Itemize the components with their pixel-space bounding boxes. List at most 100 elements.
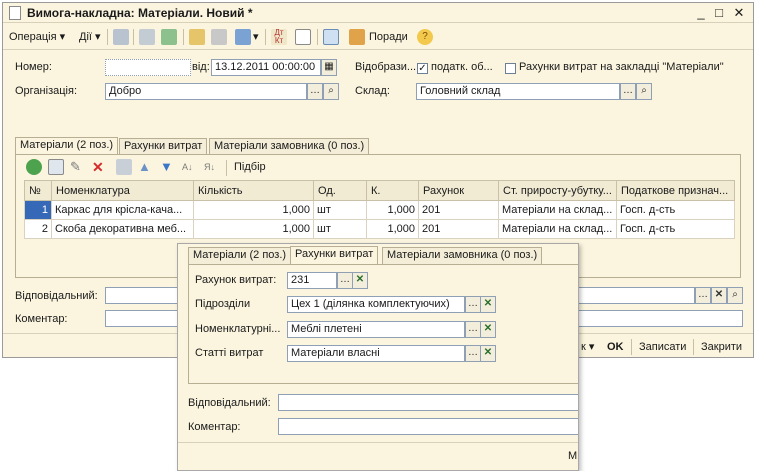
expense-accounts-panel: Рахунок витрат: 231 … ✕ Підрозділи Цех 1… xyxy=(188,264,578,384)
tax-accounting-label: податк. об... xyxy=(431,61,493,73)
copy-row-icon[interactable] xyxy=(48,159,64,175)
warehouse-search-icon[interactable]: ⌕ xyxy=(636,83,652,100)
edit-row-icon[interactable]: ✎ xyxy=(70,159,86,175)
move-down-icon[interactable]: ▼ xyxy=(160,159,176,175)
row-tax-purpose[interactable]: Госп. д-сть xyxy=(616,200,735,220)
minimize-button[interactable]: _ xyxy=(693,5,709,21)
delete-row-icon[interactable]: ✕ xyxy=(92,159,108,175)
subdivision-field[interactable]: Цех 1 (ділянка комплектуючих) xyxy=(287,296,465,313)
structure-icon[interactable] xyxy=(323,29,339,45)
expense-account-clear-icon[interactable]: ✕ xyxy=(352,272,368,289)
debit-credit-icon[interactable]: Дт Кт xyxy=(271,29,287,45)
overlay-comment-field[interactable] xyxy=(278,418,578,435)
operation-menu[interactable]: Операція ▾ xyxy=(9,28,65,46)
cost-items-field[interactable]: Матеріали власні xyxy=(287,345,465,362)
column-header[interactable]: Ст. приросту-убутку... xyxy=(498,180,617,201)
row-coefficient[interactable]: 1,000 xyxy=(366,200,419,220)
report-icon[interactable] xyxy=(295,29,311,45)
cost-items-clear-icon[interactable]: ✕ xyxy=(480,345,496,362)
edit-icon[interactable] xyxy=(139,29,155,45)
row-number[interactable]: 1 xyxy=(24,200,52,220)
column-header[interactable]: Кількість xyxy=(193,180,314,201)
save-button[interactable]: Записати xyxy=(639,337,686,357)
hints-icon xyxy=(349,29,365,45)
expense-account-select-button[interactable]: … xyxy=(337,272,353,289)
column-header[interactable]: № xyxy=(24,180,52,201)
row-tax-purpose[interactable]: Госп. д-сть xyxy=(616,219,735,239)
toolbar-separator xyxy=(107,29,108,45)
warehouse-select-button[interactable]: … xyxy=(620,83,636,100)
nomenclature-group-clear-icon[interactable]: ✕ xyxy=(480,321,496,338)
row-unit[interactable]: шт xyxy=(313,200,367,220)
nomenclature-group-select-button[interactable]: … xyxy=(465,321,481,338)
end-edit-icon[interactable] xyxy=(116,159,132,175)
move-up-icon[interactable]: ▲ xyxy=(138,159,154,175)
row-change-article[interactable]: Матеріали на склад... xyxy=(498,200,617,220)
row-quantity[interactable]: 1,000 xyxy=(193,200,314,220)
ok-button[interactable]: OK xyxy=(607,337,624,357)
row-coefficient[interactable]: 1,000 xyxy=(366,219,419,239)
row-number[interactable]: 2 xyxy=(24,219,52,239)
help-icon[interactable]: ? xyxy=(417,29,433,45)
refresh-icon[interactable] xyxy=(161,29,177,45)
row-nomenclature[interactable]: Скоба декоративна меб... xyxy=(51,219,194,239)
tab-materials[interactable]: Матеріали (2 поз.) xyxy=(15,137,119,155)
tab-expense-accounts[interactable]: Рахунки витрат xyxy=(119,138,208,155)
organization-field[interactable]: Добро xyxy=(105,83,307,100)
subdivision-clear-icon[interactable]: ✕ xyxy=(480,296,496,313)
based-on-icon[interactable] xyxy=(235,29,251,45)
column-header[interactable]: Номенклатура xyxy=(51,180,194,201)
tax-accounting-checkbox[interactable]: ✓ xyxy=(417,63,428,74)
warehouse-field[interactable]: Головний склад xyxy=(416,83,620,100)
responsible-select-button[interactable]: … xyxy=(695,287,711,304)
calendar-icon[interactable]: ▦ xyxy=(321,59,337,76)
column-header[interactable]: Рахунок xyxy=(418,180,499,201)
print-menu-button[interactable]: к ▾ xyxy=(581,337,594,357)
nomenclature-group-label: Номенклатурні... xyxy=(195,323,281,335)
responsible-search-icon[interactable]: ⌕ xyxy=(727,287,743,304)
expense-accounts-overlay: Матеріали (2 поз.) Рахунки витрат Матері… xyxy=(177,243,579,471)
expense-accounts-checkbox[interactable] xyxy=(505,63,516,74)
row-account[interactable]: 201 xyxy=(418,200,499,220)
unpost-icon[interactable] xyxy=(211,29,227,45)
subdivision-label: Підрозділи xyxy=(195,298,251,310)
column-header[interactable]: Од. xyxy=(313,180,367,201)
row-unit[interactable]: шт xyxy=(313,219,367,239)
row-account[interactable]: 201 xyxy=(418,219,499,239)
selection-button[interactable]: Підбір xyxy=(234,161,266,173)
copy-icon[interactable] xyxy=(113,29,129,45)
organization-select-button[interactable]: … xyxy=(307,83,323,100)
table-row[interactable]: 2 Скоба декоративна меб... 1,000 шт 1,00… xyxy=(24,219,735,239)
column-header[interactable]: К. xyxy=(366,180,419,201)
table-row[interactable]: 1 Каркас для крісла-кача... 1,000 шт 1,0… xyxy=(24,200,735,220)
sort-ascending-icon[interactable]: A↓ xyxy=(182,159,198,175)
maximize-button[interactable]: □ xyxy=(711,5,727,21)
overlay-tab-expense-accounts[interactable]: Рахунки витрат xyxy=(290,246,379,264)
organization-search-icon[interactable]: ⌕ xyxy=(323,83,339,100)
close-window-button[interactable]: ✕ xyxy=(731,5,747,21)
expense-account-field[interactable]: 231 xyxy=(287,272,337,289)
hints-button[interactable]: Поради xyxy=(369,28,408,46)
row-quantity[interactable]: 1,000 xyxy=(193,219,314,239)
nomenclature-group-field[interactable]: Меблі плетені xyxy=(287,321,465,338)
toolbar-separator xyxy=(265,29,266,45)
sort-descending-icon[interactable]: Я↓ xyxy=(204,159,220,175)
number-field[interactable] xyxy=(105,59,191,76)
add-row-icon[interactable] xyxy=(26,159,42,175)
overlay-responsible-field[interactable] xyxy=(278,394,578,411)
cost-items-select-button[interactable]: … xyxy=(465,345,481,362)
post-icon[interactable] xyxy=(189,29,205,45)
overlay-tab-materials[interactable]: Матеріали (2 поз.) xyxy=(188,247,292,264)
close-button[interactable]: Закрити xyxy=(701,337,742,357)
based-on-dropdown-icon[interactable]: ▾ xyxy=(253,28,259,46)
toolbar-separator xyxy=(133,29,134,45)
subdivision-select-button[interactable]: … xyxy=(465,296,481,313)
actions-menu[interactable]: Дії ▾ xyxy=(79,28,101,46)
overlay-tab-customer-materials[interactable]: Матеріали замовника (0 поз.) xyxy=(382,247,543,264)
column-header[interactable]: Податкове признач... xyxy=(616,180,735,201)
tab-customer-materials[interactable]: Матеріали замовника (0 поз.) xyxy=(209,138,370,155)
row-change-article[interactable]: Матеріали на склад... xyxy=(498,219,617,239)
date-field[interactable]: 13.12.2011 00:00:00 xyxy=(211,59,321,76)
responsible-clear-icon[interactable]: ✕ xyxy=(711,287,727,304)
row-nomenclature[interactable]: Каркас для крісла-кача... xyxy=(51,200,194,220)
